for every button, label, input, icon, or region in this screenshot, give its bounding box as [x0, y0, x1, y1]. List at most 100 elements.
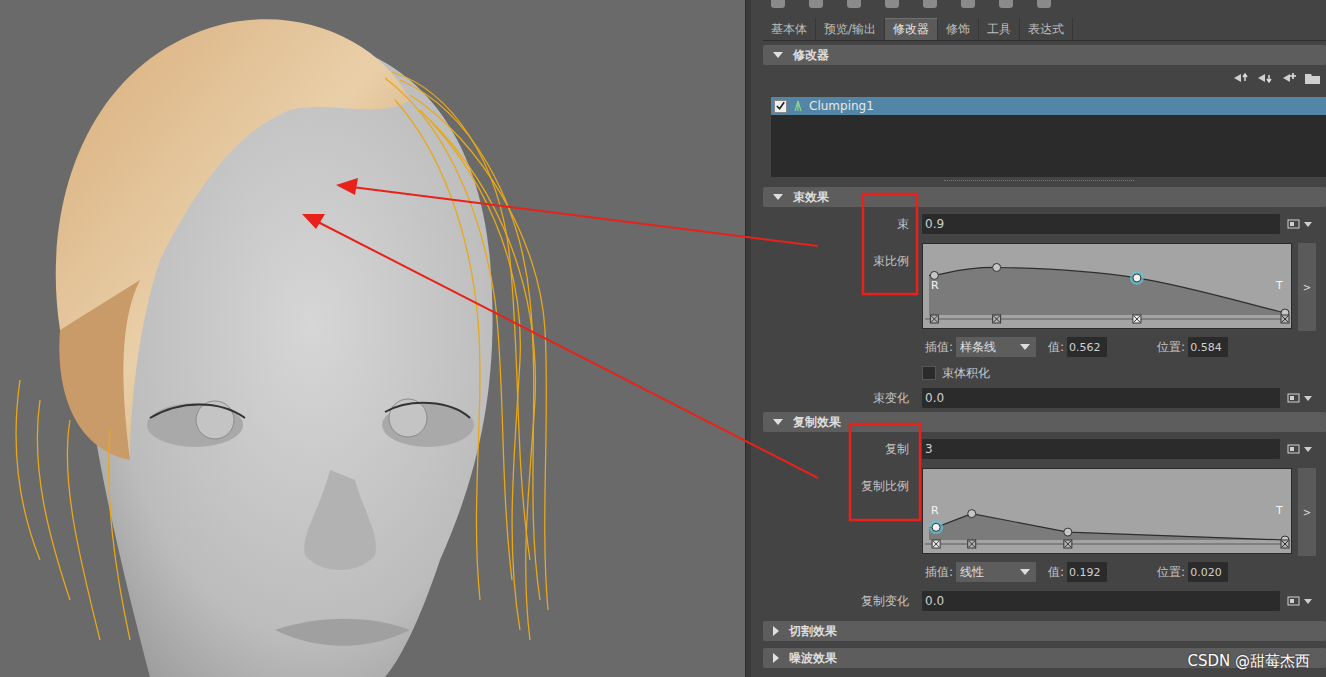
- ramp-handle[interactable]: [930, 315, 938, 323]
- ramp-position-field[interactable]: 0.020: [1188, 562, 1228, 582]
- down-icon[interactable]: [1256, 71, 1274, 85]
- head-render-icon: [0, 0, 745, 677]
- value-field[interactable]: 0.0: [922, 591, 1280, 611]
- modifier-item[interactable]: Clumping1: [771, 97, 1326, 115]
- ramp-controls: 插值: 样条线 值: 0.562 位置: 0.584: [763, 336, 1326, 358]
- expression-icon: [1287, 444, 1313, 454]
- ramp-point[interactable]: [993, 263, 1001, 271]
- expression-menu[interactable]: [1280, 219, 1320, 229]
- section-header[interactable]: 束效果: [763, 187, 1326, 207]
- annotation-layer: [0, 0, 1326, 677]
- root-label: R: [931, 279, 939, 292]
- value-field[interactable]: 3: [922, 439, 1280, 459]
- interpolation-dropdown[interactable]: 线性: [956, 562, 1036, 582]
- up-icon[interactable]: [1232, 71, 1250, 85]
- position-label: 位置:: [1157, 339, 1185, 356]
- ramp-label: 束比例: [763, 243, 922, 270]
- xgen-panel: 基本体预览/输出修改器修饰工具表达式 修改器 Clumping1 束效果 束 0…: [751, 0, 1326, 677]
- ramp-expand-button[interactable]: >: [1298, 243, 1316, 331]
- volumize-checkbox[interactable]: [922, 366, 936, 380]
- modifier-list: Clumping1: [771, 97, 1326, 177]
- interpolation-label: 插值:: [925, 564, 953, 581]
- section-header[interactable]: 修改器: [763, 45, 1326, 65]
- tool-icon[interactable]: [847, 0, 861, 8]
- attribute-row: 束 0.9: [763, 213, 1326, 235]
- attribute-label: 复制: [763, 441, 922, 458]
- tip-label: T: [1275, 279, 1283, 292]
- ramp-label: 复制比例: [763, 468, 922, 495]
- tab[interactable]: 修改器: [885, 18, 938, 40]
- checkbox-row: 束体积化: [763, 364, 1326, 382]
- tool-icon[interactable]: [809, 0, 823, 8]
- ramp-handle[interactable]: [1281, 315, 1289, 323]
- add-icon[interactable]: [1280, 71, 1298, 85]
- ramp-editor[interactable]: RT: [922, 468, 1292, 554]
- check-icon: [775, 100, 786, 112]
- expand-icon: [773, 52, 783, 58]
- value-field[interactable]: 0.0: [922, 388, 1280, 408]
- ramp-handle[interactable]: [993, 315, 1001, 323]
- position-label: 位置:: [1157, 564, 1185, 581]
- value-field[interactable]: 0.9: [922, 214, 1280, 234]
- interpolation-dropdown[interactable]: 样条线: [956, 337, 1036, 357]
- folder-icon[interactable]: [1304, 71, 1322, 85]
- expression-icon: [1287, 596, 1313, 606]
- tab[interactable]: 修饰: [938, 18, 979, 40]
- expand-icon: [773, 419, 783, 425]
- highlight-box: [863, 194, 917, 294]
- ramp-controls: 插值: 线性 值: 0.192 位置: 0.020: [763, 561, 1326, 583]
- resize-grip[interactable]: [751, 177, 1326, 185]
- root-label: R: [931, 504, 939, 517]
- tool-icon[interactable]: [1037, 0, 1051, 8]
- ramp-point[interactable]: [1064, 528, 1072, 536]
- tab[interactable]: 预览/输出: [816, 18, 885, 40]
- ramp-handle[interactable]: [1281, 540, 1289, 548]
- expression-icon: [1287, 219, 1313, 229]
- expression-menu[interactable]: [1280, 444, 1320, 454]
- arrow-icon: [336, 178, 818, 246]
- dropdown-arrow-icon: [1020, 344, 1030, 350]
- ramp-position-field[interactable]: 0.584: [1188, 337, 1228, 357]
- ramp-point[interactable]: [930, 271, 938, 279]
- expand-icon: [773, 194, 783, 200]
- section-header[interactable]: 切割效果: [763, 621, 1326, 641]
- tab[interactable]: 基本体: [763, 18, 816, 40]
- tab[interactable]: 工具: [979, 18, 1020, 40]
- ramp-handle[interactable]: [1064, 540, 1072, 548]
- expand-icon: [773, 653, 779, 663]
- tool-icon[interactable]: [923, 0, 937, 8]
- ramp-value-field[interactable]: 0.192: [1067, 562, 1107, 582]
- tool-icon[interactable]: [999, 0, 1013, 8]
- attribute-label: 束: [763, 216, 922, 233]
- tab[interactable]: 表达式: [1020, 18, 1073, 40]
- value-label: 值:: [1048, 339, 1064, 356]
- tip-label: T: [1275, 504, 1283, 517]
- dropdown-arrow-icon: [1020, 569, 1030, 575]
- ramp-expand-button[interactable]: >: [1298, 468, 1316, 556]
- value-label: 值:: [1048, 564, 1064, 581]
- ramp-handle[interactable]: [932, 540, 940, 548]
- enable-checkbox[interactable]: [774, 100, 787, 113]
- modifier-toolbar: [751, 65, 1326, 91]
- attribute-label: 复制变化: [763, 593, 922, 610]
- expression-menu[interactable]: [1280, 393, 1320, 403]
- attribute-row: 复制变化 0.0: [763, 591, 1326, 611]
- toolbar: [751, 0, 1326, 14]
- expression-icon: [1287, 393, 1313, 403]
- watermark: CSDN @甜莓杰西: [1187, 652, 1310, 671]
- attribute-row: 束变化 0.0: [763, 388, 1326, 408]
- expression-menu[interactable]: [1280, 596, 1320, 606]
- ramp-handle[interactable]: [968, 540, 976, 548]
- ramp-handle[interactable]: [1133, 315, 1141, 323]
- ramp-editor[interactable]: RT: [922, 243, 1292, 329]
- viewport-3d[interactable]: [0, 0, 745, 677]
- panel-divider[interactable]: [745, 0, 751, 677]
- tool-icon[interactable]: [771, 0, 785, 8]
- section-header[interactable]: 复制效果: [763, 412, 1326, 432]
- ramp-point[interactable]: [968, 510, 976, 518]
- ramp-value-field[interactable]: 0.562: [1067, 337, 1107, 357]
- tool-icon[interactable]: [961, 0, 975, 8]
- ramp-point[interactable]: [1133, 274, 1141, 282]
- tool-icon[interactable]: [885, 0, 899, 8]
- ramp-point[interactable]: [932, 523, 940, 531]
